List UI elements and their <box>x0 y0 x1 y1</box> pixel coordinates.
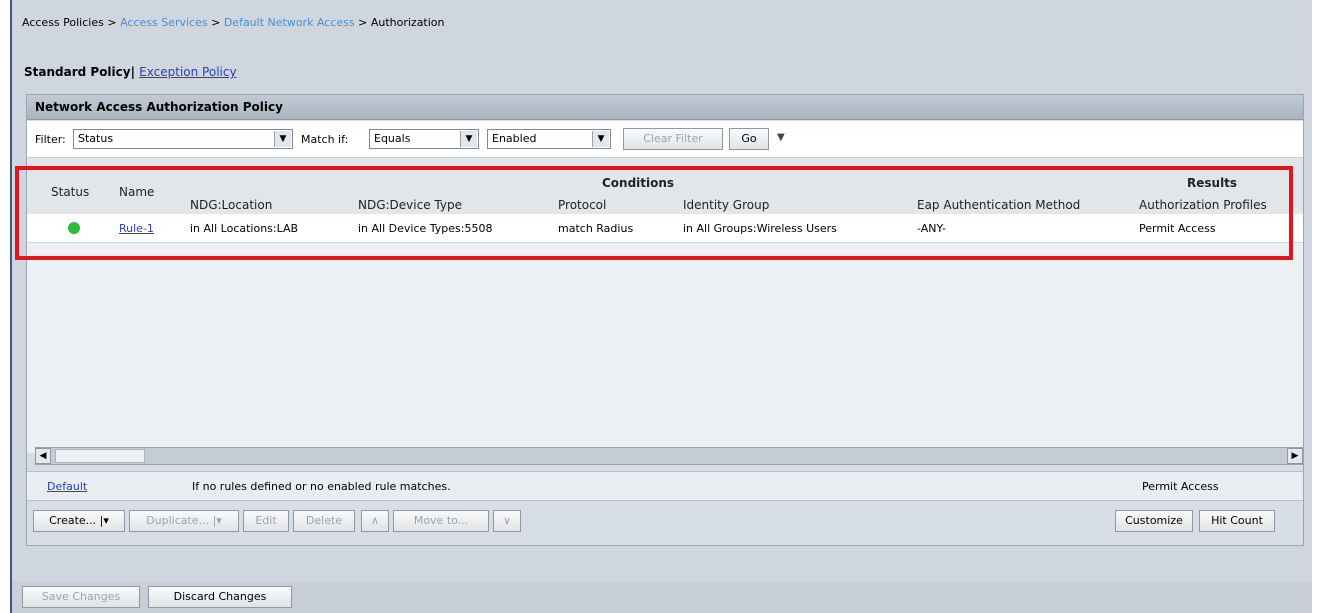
move-up-icon[interactable]: ∧ <box>361 510 389 532</box>
column-header-status[interactable]: Status <box>51 185 89 199</box>
column-header-ndg-location[interactable]: NDG:Location <box>190 198 272 212</box>
cell-protocol: match Radius <box>558 222 634 235</box>
table-row[interactable]: Rule-1 in All Locations:LAB in All Devic… <box>27 214 1303 243</box>
filter-field-value: Status <box>78 132 114 145</box>
panel-title: Network Access Authorization Policy <box>27 95 1303 120</box>
scrollbar-thumb[interactable] <box>55 449 145 463</box>
move-down-icon[interactable]: ∨ <box>493 510 521 532</box>
results-group-header: Results <box>1187 176 1238 190</box>
breadcrumb-default-network-access[interactable]: Default Network Access <box>224 16 355 29</box>
default-rule-row: Default If no rules defined or no enable… <box>27 471 1303 501</box>
dropdown-arrow-icon: ▼ <box>592 131 609 147</box>
filter-options-chevron-icon[interactable]: ▼ <box>777 132 785 143</box>
breadcrumb-authorization: Authorization <box>370 16 445 29</box>
breadcrumb-separator: > <box>211 16 221 29</box>
breadcrumb-separator: > <box>107 16 117 29</box>
chevron-down-icon: ▾ <box>216 514 222 527</box>
horizontal-scrollbar[interactable]: ◀ ▶ <box>35 447 1303 465</box>
conditions-group-header: Conditions <box>602 176 675 190</box>
default-rule-link[interactable]: Default <box>47 480 87 493</box>
filter-field-select[interactable]: Status ▼ <box>73 129 293 149</box>
policy-table: Conditions Results Status Name NDG:Locat… <box>27 158 1303 453</box>
column-header-ndg-device-type[interactable]: NDG:Device Type <box>358 198 462 212</box>
filter-label: Filter: <box>35 133 66 146</box>
action-bar: Create... |▾ Duplicate... |▾ Edit Delete… <box>27 505 1303 537</box>
dropdown-arrow-icon: ▼ <box>460 131 477 147</box>
duplicate-label: Duplicate... <box>146 514 210 527</box>
go-button[interactable]: Go <box>729 128 769 150</box>
breadcrumb-access-services[interactable]: Access Services <box>120 16 208 29</box>
cell-ndg-location: in All Locations:LAB <box>190 222 299 235</box>
breadcrumb-access-policies: Access Policies <box>22 16 104 29</box>
cell-ndg-device-type: in All Device Types:5508 <box>358 222 493 235</box>
match-operator-select[interactable]: Equals ▼ <box>369 129 479 149</box>
cell-identity-group: in All Groups:Wireless Users <box>683 222 837 235</box>
exception-policy-link[interactable]: Exception Policy <box>139 65 236 79</box>
customize-button[interactable]: Customize <box>1115 510 1193 532</box>
move-to-button[interactable]: Move to... <box>393 510 489 532</box>
default-rule-description: If no rules defined or no enabled rule m… <box>192 480 451 493</box>
footer-bar: Save Changes Discard Changes <box>12 582 1312 613</box>
app-window: Access Policies > Access Services > Defa… <box>10 0 1312 613</box>
dropdown-arrow-icon: ▼ <box>274 131 291 147</box>
edit-button[interactable]: Edit <box>243 510 289 532</box>
breadcrumb: Access Policies > Access Services > Defa… <box>22 16 445 29</box>
breadcrumb-separator: > <box>358 16 368 29</box>
rule-name-link[interactable]: Rule-1 <box>119 222 154 235</box>
duplicate-button[interactable]: Duplicate... |▾ <box>129 510 239 532</box>
filter-value-value: Enabled <box>492 132 537 145</box>
cell-eap-method: -ANY- <box>917 222 946 235</box>
discard-changes-button[interactable]: Discard Changes <box>148 586 292 608</box>
authorization-policy-panel: Network Access Authorization Policy Filt… <box>26 94 1304 546</box>
table-header: Conditions Results Status Name NDG:Locat… <box>27 158 1303 215</box>
column-header-protocol[interactable]: Protocol <box>558 198 606 212</box>
create-label: Create... <box>49 514 97 527</box>
filter-value-select[interactable]: Enabled ▼ <box>487 129 611 149</box>
scroll-left-icon[interactable]: ◀ <box>35 448 51 464</box>
match-operator-value: Equals <box>374 132 411 145</box>
scroll-right-icon[interactable]: ▶ <box>1287 448 1303 464</box>
policy-separator: | <box>130 65 135 79</box>
delete-button[interactable]: Delete <box>293 510 355 532</box>
standard-policy-label: Standard Policy <box>24 65 131 79</box>
column-header-eap-method[interactable]: Eap Authentication Method <box>917 198 1080 212</box>
column-header-identity-group[interactable]: Identity Group <box>683 198 769 212</box>
hit-count-button[interactable]: Hit Count <box>1199 510 1275 532</box>
match-if-label: Match if: <box>301 133 349 146</box>
create-button[interactable]: Create... |▾ <box>33 510 125 532</box>
save-changes-button[interactable]: Save Changes <box>22 586 140 608</box>
chevron-down-icon: ▾ <box>103 514 109 527</box>
cell-authorization-profiles: Permit Access <box>1139 222 1216 235</box>
default-rule-result: Permit Access <box>1142 480 1219 493</box>
clear-filter-button[interactable]: Clear Filter <box>623 128 723 150</box>
status-enabled-icon <box>68 222 80 234</box>
filter-bar: Filter: Status ▼ Match if: Equals ▼ Enab… <box>27 121 1303 158</box>
column-header-authorization-profiles[interactable]: Authorization Profiles <box>1139 198 1267 212</box>
policy-selector: Standard Policy| Exception Policy <box>24 65 237 79</box>
column-header-name[interactable]: Name <box>119 185 154 199</box>
